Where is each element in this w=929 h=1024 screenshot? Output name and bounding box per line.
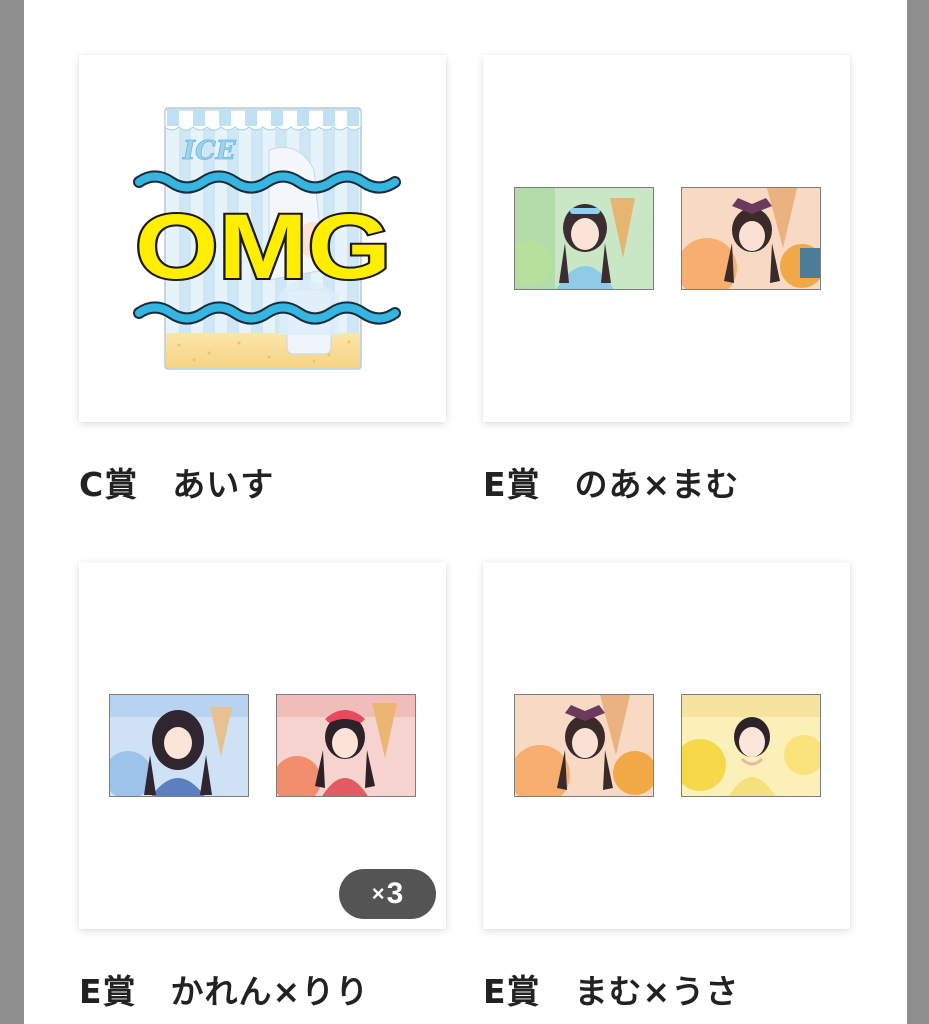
prize-label: E賞 かれん×りり bbox=[79, 972, 370, 1011]
quantity-count: 3 bbox=[386, 877, 404, 910]
page: ICE OMG C賞 あいす E賞 のあ×まむ × 3 E賞 かれん×りり E賞… bbox=[24, 0, 907, 1024]
photo-card-usa bbox=[681, 694, 821, 797]
quantity-badge: × 3 bbox=[339, 869, 436, 919]
photo-card-noa bbox=[514, 187, 654, 290]
photo-card-mamu bbox=[514, 694, 654, 797]
prize-card-c-aisu[interactable]: ICE OMG bbox=[79, 55, 446, 422]
prize-card-e-mamu-usa[interactable] bbox=[483, 562, 850, 929]
prize-label: E賞 のあ×まむ bbox=[483, 465, 740, 504]
acrylic-stand-image: ICE OMG bbox=[133, 107, 401, 370]
photo-card-riri bbox=[276, 694, 416, 797]
omg-overlay-text: OMG bbox=[135, 196, 391, 298]
prize-label: C賞 あいす bbox=[79, 465, 275, 504]
prize-card-e-karen-riri[interactable]: × 3 bbox=[79, 562, 446, 929]
multiply-icon: × bbox=[371, 881, 385, 906]
photo-card-karen bbox=[109, 694, 249, 797]
stand-logo: ICE bbox=[182, 136, 237, 166]
prize-card-e-noa-mamu[interactable] bbox=[483, 55, 850, 422]
photo-card-mamu bbox=[681, 187, 821, 290]
prize-label: E賞 まむ×うさ bbox=[483, 972, 740, 1011]
